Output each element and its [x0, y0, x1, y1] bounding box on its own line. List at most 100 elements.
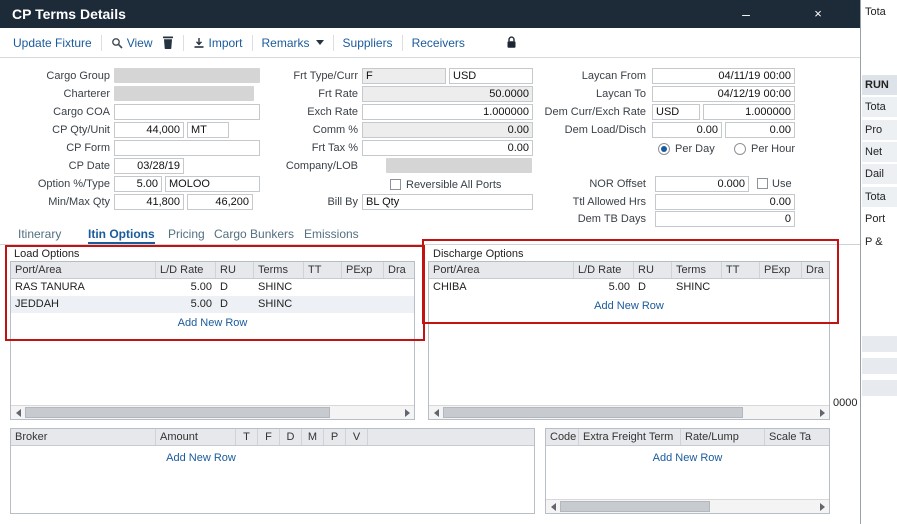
column-header[interactable]: Broker [11, 429, 156, 445]
scroll-right-arrow-icon[interactable] [400, 406, 414, 419]
tab-pricing[interactable]: Pricing [168, 224, 205, 244]
discharge-add-new-row-link[interactable]: Add New Row [429, 300, 829, 312]
option-type-field[interactable]: MOLOO [165, 176, 260, 192]
column-header[interactable]: Scale Ta [765, 429, 829, 445]
tab-emissions[interactable]: Emissions [304, 224, 359, 244]
extra-freight-add-new-row-link[interactable]: Add New Row [546, 452, 829, 464]
pexp-cell[interactable] [342, 296, 384, 313]
scroll-right-arrow-icon[interactable] [815, 406, 829, 419]
dem-exch-rate-field[interactable]: 1.000000 [703, 104, 795, 120]
exch-rate-field[interactable]: 1.000000 [362, 104, 533, 120]
port-area-cell[interactable]: RAS TANURA [11, 279, 156, 296]
frt-curr-field[interactable]: USD [449, 68, 533, 84]
company-lob-field[interactable] [386, 158, 532, 173]
laycan-to-field[interactable]: 04/12/19 00:00 [652, 86, 795, 102]
scrollbar-thumb[interactable] [443, 407, 743, 418]
column-header[interactable]: F [258, 429, 280, 445]
charterer-field[interactable] [114, 86, 254, 101]
cp-date-field[interactable]: 03/28/19 [114, 158, 184, 174]
pexp-cell[interactable] [342, 279, 384, 296]
comm-pct-field[interactable]: 0.00 [362, 122, 533, 138]
delete-button[interactable] [162, 36, 174, 49]
nor-use-checkbox[interactable] [757, 178, 768, 189]
column-header[interactable]: PExp [760, 262, 802, 278]
tt-cell[interactable] [722, 279, 760, 296]
import-button[interactable]: Import [193, 36, 243, 50]
cp-qty-field[interactable]: 44,000 [114, 122, 184, 138]
column-header[interactable]: Port/Area [11, 262, 156, 278]
ru-cell[interactable]: D [634, 279, 672, 296]
dra-cell[interactable] [802, 279, 829, 296]
column-header[interactable]: RU [216, 262, 254, 278]
column-header[interactable]: Terms [254, 262, 304, 278]
per-day-radio[interactable] [658, 143, 670, 155]
reversible-all-ports-checkbox[interactable] [390, 179, 401, 190]
ld-rate-cell[interactable]: 5.00 [156, 279, 216, 296]
terms-cell[interactable]: SHINC [672, 279, 722, 296]
ld-rate-cell[interactable]: 5.00 [574, 279, 634, 296]
ld-rate-cell[interactable]: 5.00 [156, 296, 216, 313]
frt-rate-field[interactable]: 50.0000 [362, 86, 533, 102]
tab-itin-options[interactable]: Itin Options [88, 224, 155, 244]
terms-cell[interactable]: SHINC [254, 279, 304, 296]
column-header[interactable]: V [346, 429, 368, 445]
tab-itinerary[interactable]: Itinerary [18, 224, 61, 244]
column-header[interactable]: TT [722, 262, 760, 278]
reversible-all-ports-label[interactable]: Reversible All Ports [406, 178, 501, 193]
broker-add-new-row-link[interactable]: Add New Row [11, 452, 391, 464]
option-pct-field[interactable]: 5.00 [114, 176, 162, 192]
column-header[interactable]: L/D Rate [574, 262, 634, 278]
scrollbar-thumb[interactable] [25, 407, 330, 418]
load-options-hscrollbar[interactable] [11, 405, 414, 419]
column-header[interactable]: D [280, 429, 302, 445]
column-header[interactable]: Extra Freight Term [579, 429, 681, 445]
pexp-cell[interactable] [760, 279, 802, 296]
port-area-cell[interactable]: CHIBA [429, 279, 574, 296]
per-hour-label[interactable]: Per Hour [751, 142, 795, 157]
column-header[interactable]: P [324, 429, 346, 445]
extra-freight-hscrollbar[interactable] [546, 499, 829, 513]
discharge-options-hscrollbar[interactable] [429, 405, 829, 419]
ru-cell[interactable]: D [216, 296, 254, 313]
column-header[interactable]: L/D Rate [156, 262, 216, 278]
column-header[interactable]: RU [634, 262, 672, 278]
per-hour-radio[interactable] [734, 143, 746, 155]
dem-disch-field[interactable]: 0.00 [725, 122, 795, 138]
port-area-cell[interactable]: JEDDAH [11, 296, 156, 313]
frt-tax-field[interactable]: 0.00 [362, 140, 533, 156]
ru-cell[interactable]: D [216, 279, 254, 296]
receivers-button[interactable]: Receivers [412, 36, 465, 50]
cp-qty-unit-field[interactable]: MT [187, 122, 229, 138]
scroll-left-arrow-icon[interactable] [546, 500, 560, 513]
dra-cell[interactable] [384, 279, 414, 296]
remarks-button[interactable]: Remarks [262, 36, 324, 50]
frt-type-field[interactable]: F [362, 68, 446, 84]
dra-cell[interactable] [384, 296, 414, 313]
column-header[interactable]: M [302, 429, 324, 445]
suppliers-button[interactable]: Suppliers [343, 36, 393, 50]
column-header[interactable]: Code [546, 429, 579, 445]
ttl-allowed-hrs-field[interactable]: 0.00 [655, 194, 795, 210]
column-header[interactable]: T [236, 429, 258, 445]
per-day-label[interactable]: Per Day [675, 142, 715, 157]
nor-use-label[interactable]: Use [772, 177, 792, 192]
load-add-new-row-link[interactable]: Add New Row [11, 317, 414, 329]
view-button[interactable]: View [111, 36, 153, 50]
minimize-button[interactable]: – [736, 0, 756, 28]
terms-cell[interactable]: SHINC [254, 296, 304, 313]
column-header[interactable]: Amount [156, 429, 236, 445]
dem-curr-field[interactable]: USD [652, 104, 700, 120]
scroll-left-arrow-icon[interactable] [429, 406, 443, 419]
column-header[interactable]: Terms [672, 262, 722, 278]
column-header[interactable]: Port/Area [429, 262, 574, 278]
min-qty-field[interactable]: 41,800 [114, 194, 184, 210]
column-header[interactable]: TT [304, 262, 342, 278]
laycan-from-field[interactable]: 04/11/19 00:00 [652, 68, 795, 84]
tt-cell[interactable] [304, 296, 342, 313]
column-header[interactable]: Dra [384, 262, 414, 278]
cargo-group-field[interactable] [114, 68, 260, 83]
max-qty-field[interactable]: 46,200 [187, 194, 253, 210]
bill-by-field[interactable]: BL Qty [362, 194, 533, 210]
column-header[interactable]: PExp [342, 262, 384, 278]
tab-cargo-bunkers[interactable]: Cargo Bunkers [214, 224, 294, 244]
